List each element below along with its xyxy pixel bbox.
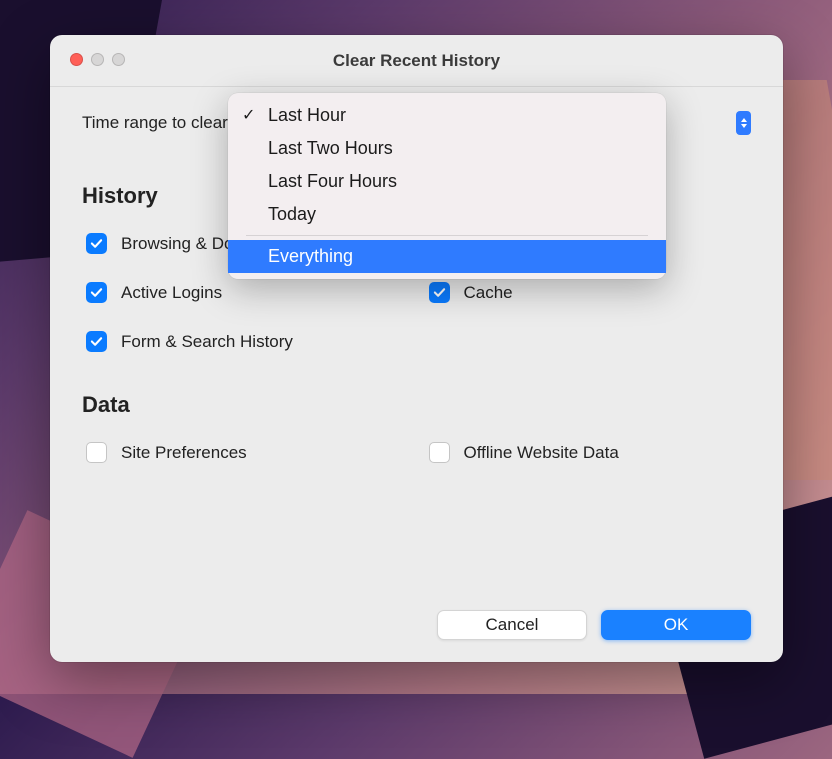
check-offline-website-data[interactable]: Offline Website Data	[429, 442, 752, 463]
dialog-footer: Cancel OK	[437, 610, 751, 640]
time-range-label: Time range to clear:	[82, 113, 233, 133]
checkbox-icon	[86, 331, 107, 352]
check-cache[interactable]: Cache	[429, 282, 752, 303]
check-label: Cache	[464, 283, 513, 303]
data-section-head: Data	[82, 392, 751, 418]
menu-item-label: Everything	[268, 246, 353, 267]
menu-item-label: Last Four Hours	[268, 171, 397, 192]
checkbox-icon	[86, 233, 107, 254]
window-controls	[70, 53, 125, 66]
menu-separator	[246, 235, 648, 236]
menu-item-last-hour[interactable]: ✓ Last Hour	[228, 99, 666, 132]
button-label: OK	[664, 615, 689, 635]
ok-button[interactable]: OK	[601, 610, 751, 640]
data-check-grid: Site Preferences Offline Website Data	[82, 442, 751, 463]
time-range-dropdown: ✓ Last Hour Last Two Hours Last Four Hou…	[228, 93, 666, 279]
cancel-button[interactable]: Cancel	[437, 610, 587, 640]
check-label: Active Logins	[121, 283, 222, 303]
checkmark-icon: ✓	[242, 108, 255, 124]
window-title: Clear Recent History	[50, 51, 783, 71]
button-label: Cancel	[486, 615, 539, 635]
menu-item-label: Last Hour	[268, 105, 346, 126]
minimize-window-button[interactable]	[91, 53, 104, 66]
checkbox-icon	[86, 282, 107, 303]
check-label: Form & Search History	[121, 332, 293, 352]
zoom-window-button[interactable]	[112, 53, 125, 66]
menu-item-everything[interactable]: Everything	[228, 240, 666, 273]
check-label: Site Preferences	[121, 443, 247, 463]
check-active-logins[interactable]: Active Logins	[86, 282, 409, 303]
checkbox-icon	[429, 282, 450, 303]
checkbox-icon	[429, 442, 450, 463]
menu-item-label: Today	[268, 204, 316, 225]
check-label: Offline Website Data	[464, 443, 619, 463]
close-window-button[interactable]	[70, 53, 83, 66]
checkbox-icon	[86, 442, 107, 463]
check-site-preferences[interactable]: Site Preferences	[86, 442, 409, 463]
time-range-select-arrows-icon[interactable]	[736, 111, 751, 135]
check-form-search-history[interactable]: Form & Search History	[86, 331, 409, 352]
menu-item-today[interactable]: Today	[228, 198, 666, 231]
menu-item-last-four-hours[interactable]: Last Four Hours	[228, 165, 666, 198]
titlebar: Clear Recent History	[50, 35, 783, 87]
menu-item-last-two-hours[interactable]: Last Two Hours	[228, 132, 666, 165]
menu-item-label: Last Two Hours	[268, 138, 393, 159]
